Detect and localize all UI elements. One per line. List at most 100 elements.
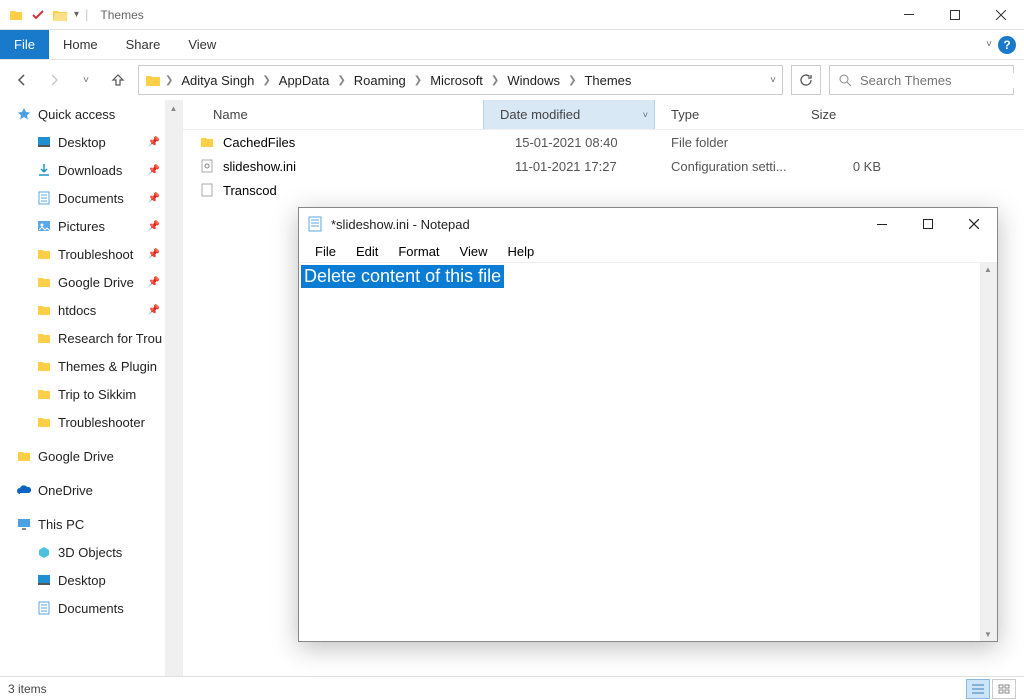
crumb[interactable]: AppData bbox=[275, 73, 334, 88]
sidebar-item[interactable]: Desktop bbox=[0, 566, 182, 594]
crumb[interactable]: Aditya Singh bbox=[177, 73, 258, 88]
pin-icon: 📌 bbox=[148, 305, 160, 316]
notepad-menu-help[interactable]: Help bbox=[499, 244, 542, 259]
ribbon-expand-icon[interactable]: ˅ bbox=[986, 39, 992, 50]
tab-home[interactable]: Home bbox=[49, 30, 112, 59]
sidebar-item[interactable]: Trip to Sikkim bbox=[0, 380, 182, 408]
column-size[interactable]: Size bbox=[795, 100, 875, 129]
sidebar-item-label: Desktop bbox=[58, 135, 106, 150]
sidebar-item[interactable]: Downloads📌 bbox=[0, 156, 182, 184]
sidebar-item[interactable]: Troubleshooter bbox=[0, 408, 182, 436]
notepad-selected-text[interactable]: Delete content of this file bbox=[301, 265, 504, 288]
notepad-menu-view[interactable]: View bbox=[452, 244, 496, 259]
download-icon bbox=[36, 162, 52, 178]
quick-access[interactable]: Quick access bbox=[0, 100, 182, 128]
sidebar-item[interactable]: Google Drive📌 bbox=[0, 268, 182, 296]
notepad-icon bbox=[307, 216, 323, 232]
notepad-menu-format[interactable]: Format bbox=[390, 244, 447, 259]
notepad-menu-edit[interactable]: Edit bbox=[348, 244, 386, 259]
view-large-button[interactable] bbox=[992, 679, 1016, 699]
notepad-close-button[interactable] bbox=[951, 208, 997, 240]
file-type: Configuration setti... bbox=[671, 159, 811, 174]
titlebar: ▾ | Themes bbox=[0, 0, 1024, 30]
sidebar-item-label: Research for Trou bbox=[58, 331, 162, 346]
sidebar-item[interactable]: Troubleshoot📌 bbox=[0, 240, 182, 268]
sidebar-item-label: 3D Objects bbox=[58, 545, 122, 560]
file-date: 11-01-2021 17:27 bbox=[499, 159, 671, 174]
ribbon: File Home Share View ˅ ? bbox=[0, 30, 1024, 60]
onedrive[interactable]: OneDrive bbox=[0, 476, 182, 504]
sidebar-item[interactable]: Research for Trou bbox=[0, 324, 182, 352]
tab-file[interactable]: File bbox=[0, 30, 49, 59]
maximize-button[interactable] bbox=[932, 0, 978, 30]
notepad-scrollbar[interactable] bbox=[980, 263, 997, 641]
chevron-right-icon[interactable]: ❯ bbox=[414, 75, 422, 86]
sidebar-item-label: Documents bbox=[58, 191, 124, 206]
chevron-right-icon[interactable]: ❯ bbox=[262, 75, 270, 86]
recent-dropdown[interactable]: ˅ bbox=[74, 68, 98, 92]
refresh-button[interactable] bbox=[791, 65, 821, 95]
sidebar-scrollbar[interactable] bbox=[165, 100, 182, 676]
folder-icon bbox=[145, 72, 161, 88]
crumb[interactable]: Microsoft bbox=[426, 73, 487, 88]
sidebar-item[interactable]: Pictures📌 bbox=[0, 212, 182, 240]
crumb[interactable]: Roaming bbox=[350, 73, 410, 88]
file-row[interactable]: Transcod bbox=[183, 178, 1024, 202]
dropdown-caret-icon[interactable]: ▾ bbox=[74, 9, 79, 20]
pin-icon: 📌 bbox=[148, 137, 160, 148]
column-date-modified[interactable]: Date modified˅ bbox=[483, 100, 655, 129]
back-button[interactable] bbox=[10, 68, 34, 92]
tab-share[interactable]: Share bbox=[112, 30, 175, 59]
address-bar[interactable]: ❯ Aditya Singh ❯ AppData ❯ Roaming ❯ Mic… bbox=[138, 65, 783, 95]
file-row[interactable]: slideshow.ini11-01-2021 17:27Configurati… bbox=[183, 154, 1024, 178]
sidebar-item-label: Themes & Plugin bbox=[58, 359, 157, 374]
this-pc-label: This PC bbox=[38, 517, 84, 532]
chevron-right-icon[interactable]: ❯ bbox=[337, 75, 345, 86]
notepad-titlebar[interactable]: *slideshow.ini - Notepad bbox=[299, 208, 997, 240]
sidebar-item[interactable]: htdocs 📌 bbox=[0, 296, 182, 324]
sidebar-item-label: htdocs bbox=[58, 303, 96, 318]
close-button[interactable] bbox=[978, 0, 1024, 30]
notepad-text-area[interactable]: Delete content of this file bbox=[299, 262, 997, 641]
google-drive[interactable]: Google Drive bbox=[0, 442, 182, 470]
notepad-minimize-button[interactable] bbox=[859, 208, 905, 240]
file-row[interactable]: CachedFiles15-01-2021 08:40File folder bbox=[183, 130, 1024, 154]
sidebar-item[interactable]: Documents bbox=[0, 594, 182, 622]
column-name[interactable]: Name bbox=[183, 100, 483, 129]
sidebar-item-label: Trip to Sikkim bbox=[58, 387, 136, 402]
crumb[interactable]: Windows bbox=[503, 73, 564, 88]
sidebar-item-label: Desktop bbox=[58, 573, 106, 588]
folder-icon bbox=[36, 386, 52, 402]
cloud-icon bbox=[16, 482, 32, 498]
chevron-right-icon[interactable]: ❯ bbox=[568, 75, 576, 86]
sidebar-item[interactable]: Documents📌 bbox=[0, 184, 182, 212]
address-dropdown-icon[interactable]: ˅ bbox=[770, 75, 776, 86]
minimize-button[interactable] bbox=[886, 0, 932, 30]
column-type[interactable]: Type bbox=[655, 100, 795, 129]
notepad-window[interactable]: *slideshow.ini - Notepad File Edit Forma… bbox=[298, 207, 998, 642]
notepad-maximize-button[interactable] bbox=[905, 208, 951, 240]
pin-icon: 📌 bbox=[148, 277, 160, 288]
this-pc[interactable]: This PC bbox=[0, 510, 182, 538]
chevron-right-icon[interactable]: ❯ bbox=[165, 75, 173, 86]
notepad-menu-file[interactable]: File bbox=[307, 244, 344, 259]
sort-indicator-icon: ˅ bbox=[643, 110, 648, 120]
forward-button[interactable] bbox=[42, 68, 66, 92]
sidebar-item[interactable]: Desktop 📌 bbox=[0, 128, 182, 156]
up-button[interactable] bbox=[106, 68, 130, 92]
folder-icon bbox=[36, 246, 52, 262]
tab-view[interactable]: View bbox=[174, 30, 230, 59]
folder-icon bbox=[199, 134, 215, 150]
sidebar-item[interactable]: Themes & Plugin bbox=[0, 352, 182, 380]
view-details-button[interactable] bbox=[966, 679, 990, 699]
google-drive-label: Google Drive bbox=[38, 449, 114, 464]
search-box[interactable] bbox=[829, 65, 1014, 95]
crumb[interactable]: Themes bbox=[580, 73, 635, 88]
chevron-right-icon[interactable]: ❯ bbox=[491, 75, 499, 86]
sidebar: Quick access Desktop📌Downloads📌Documents… bbox=[0, 100, 183, 676]
search-input[interactable] bbox=[860, 73, 1024, 88]
help-icon[interactable]: ? bbox=[998, 36, 1016, 54]
sidebar-item[interactable]: 3D Objects bbox=[0, 538, 182, 566]
file-type: File folder bbox=[671, 135, 811, 150]
navbar: ˅ ❯ Aditya Singh ❯ AppData ❯ Roaming ❯ M… bbox=[0, 60, 1024, 100]
